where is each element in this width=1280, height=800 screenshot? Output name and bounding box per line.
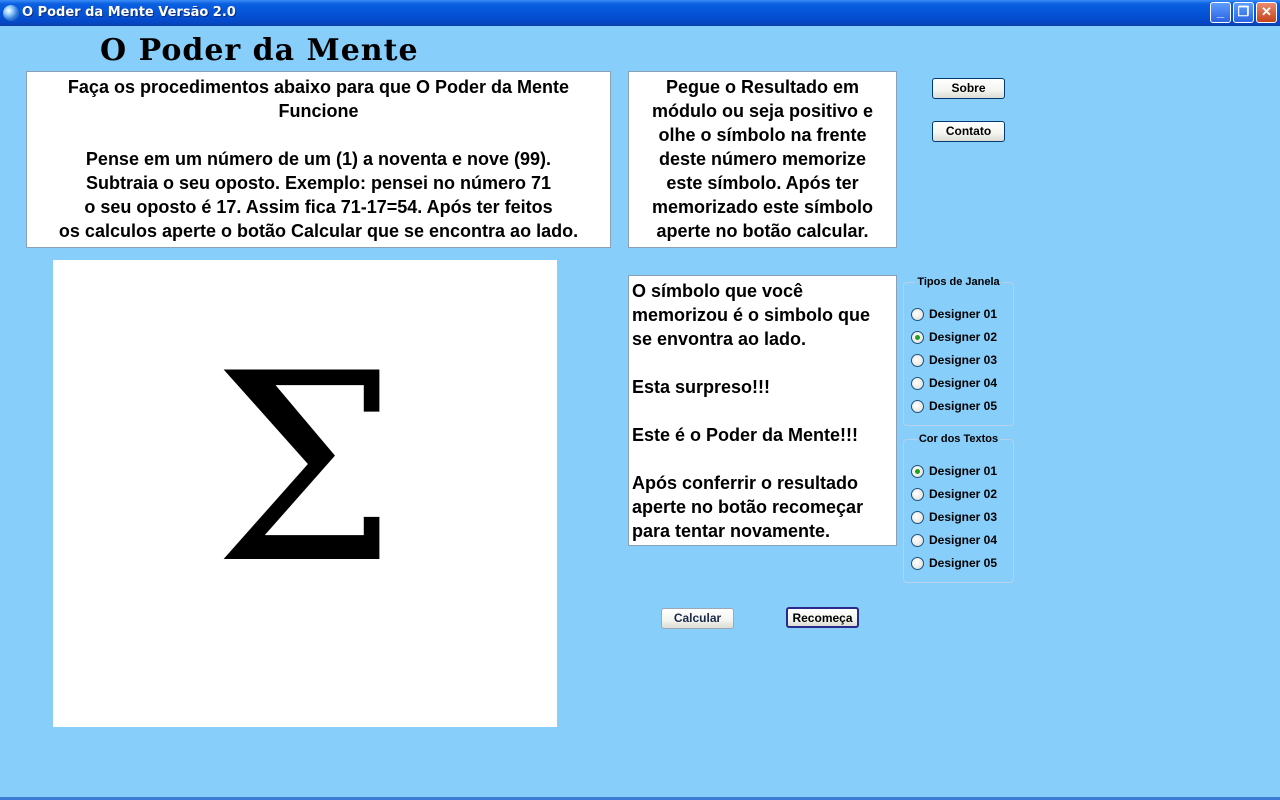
radio-button[interactable] <box>911 488 924 501</box>
result-line: para tentar novamente. <box>632 521 831 541</box>
result-instructions-line: módulo ou seja positivo e <box>651 101 874 121</box>
text-colors-group: Cor dos Textos Designer 01 Designer 02 D… <box>903 433 1014 583</box>
result-line: aperte no botão recomeçar <box>632 497 864 517</box>
recomeca-button[interactable]: Recomeça <box>786 607 859 628</box>
result-instructions-box: Pegue o Resultado em módulo ou seja posi… <box>628 71 897 248</box>
result-instructions-line: este símbolo. Após ter <box>666 173 859 193</box>
close-button[interactable]: ✕ <box>1256 2 1277 23</box>
result-box: O símbolo que você memorizou é o simbolo… <box>628 275 897 546</box>
radio-button[interactable] <box>911 400 924 413</box>
restore-button[interactable]: ❐ <box>1233 2 1254 23</box>
sobre-button[interactable]: Sobre <box>932 78 1005 99</box>
contato-button[interactable]: Contato <box>932 121 1005 142</box>
radio-button[interactable] <box>911 308 924 321</box>
globe-icon <box>3 5 19 21</box>
result-instructions-line: memorizado este símbolo <box>651 197 874 217</box>
radio-label: Designer 04 <box>929 376 998 390</box>
instructions-line: Funcione <box>278 101 359 121</box>
radio-button-selected[interactable] <box>911 465 924 478</box>
radio-button-selected[interactable] <box>911 331 924 344</box>
radio-button[interactable] <box>911 557 924 570</box>
radio-label: Designer 05 <box>929 399 998 413</box>
instructions-line: os calculos aperte o botão Calcular que … <box>58 221 579 241</box>
window-types-title: Tipos de Janela <box>915 276 1002 288</box>
radio-label: Designer 04 <box>929 533 998 547</box>
radio-label: Designer 03 <box>929 353 998 367</box>
result-line: O símbolo que você <box>632 281 804 301</box>
instructions-line: Subtraia o seu oposto. Exemplo: pensei n… <box>85 173 552 193</box>
radio-button[interactable] <box>911 511 924 524</box>
minimize-button[interactable]: _ <box>1210 2 1231 23</box>
result-instructions-line: Pegue o Resultado em <box>665 77 860 97</box>
window-title: O Poder da Mente Versão 2.0 <box>22 5 236 20</box>
result-line: Este é o Poder da Mente!!! <box>632 425 859 445</box>
radio-label: Designer 02 <box>929 487 998 501</box>
result-line: Após conferrir o resultado <box>632 473 859 493</box>
radio-button[interactable] <box>911 354 924 367</box>
instructions-box: Faça os procedimentos abaixo para que O … <box>26 71 611 248</box>
result-instructions-line: deste número memorize <box>658 149 867 169</box>
result-line: Esta surpreso!!! <box>632 377 771 397</box>
calcular-button[interactable]: Calcular <box>661 608 734 629</box>
radio-button[interactable] <box>911 377 924 390</box>
text-colors-title: Cor dos Textos <box>916 433 1001 445</box>
instructions-line: Pense em um número de um (1) a noventa e… <box>85 149 552 169</box>
radio-label: Designer 02 <box>929 330 998 344</box>
radio-label: Designer 05 <box>929 556 998 570</box>
minimize-icon: _ <box>1216 4 1225 19</box>
radio-label: Designer 03 <box>929 510 998 524</box>
result-line: memorizou é o simbolo que <box>632 305 871 325</box>
symbol-panel: Σ <box>53 260 557 727</box>
instructions-line: Faça os procedimentos abaixo para que O … <box>67 77 570 97</box>
radio-label: Designer 01 <box>929 464 998 478</box>
radio-label: Designer 01 <box>929 307 998 321</box>
app-heading: O Poder da Mente <box>100 33 419 68</box>
window-types-group: Tipos de Janela Designer 01 Designer 02 … <box>903 276 1014 426</box>
result-instructions-line: olhe o símbolo na frente <box>658 125 867 145</box>
result-instructions-line: aperte no botão calcular. <box>656 221 869 241</box>
title-bar[interactable]: O Poder da Mente Versão 2.0 _ ❐ ✕ <box>0 0 1280 26</box>
restore-icon: ❐ <box>1237 4 1250 19</box>
radio-button[interactable] <box>911 534 924 547</box>
result-line: se envontra ao lado. <box>632 329 807 349</box>
sigma-symbol: Σ <box>213 319 397 621</box>
instructions-line: o seu oposto é 17. Assim fica 71-17=54. … <box>84 197 553 217</box>
close-icon: ✕ <box>1261 4 1272 19</box>
